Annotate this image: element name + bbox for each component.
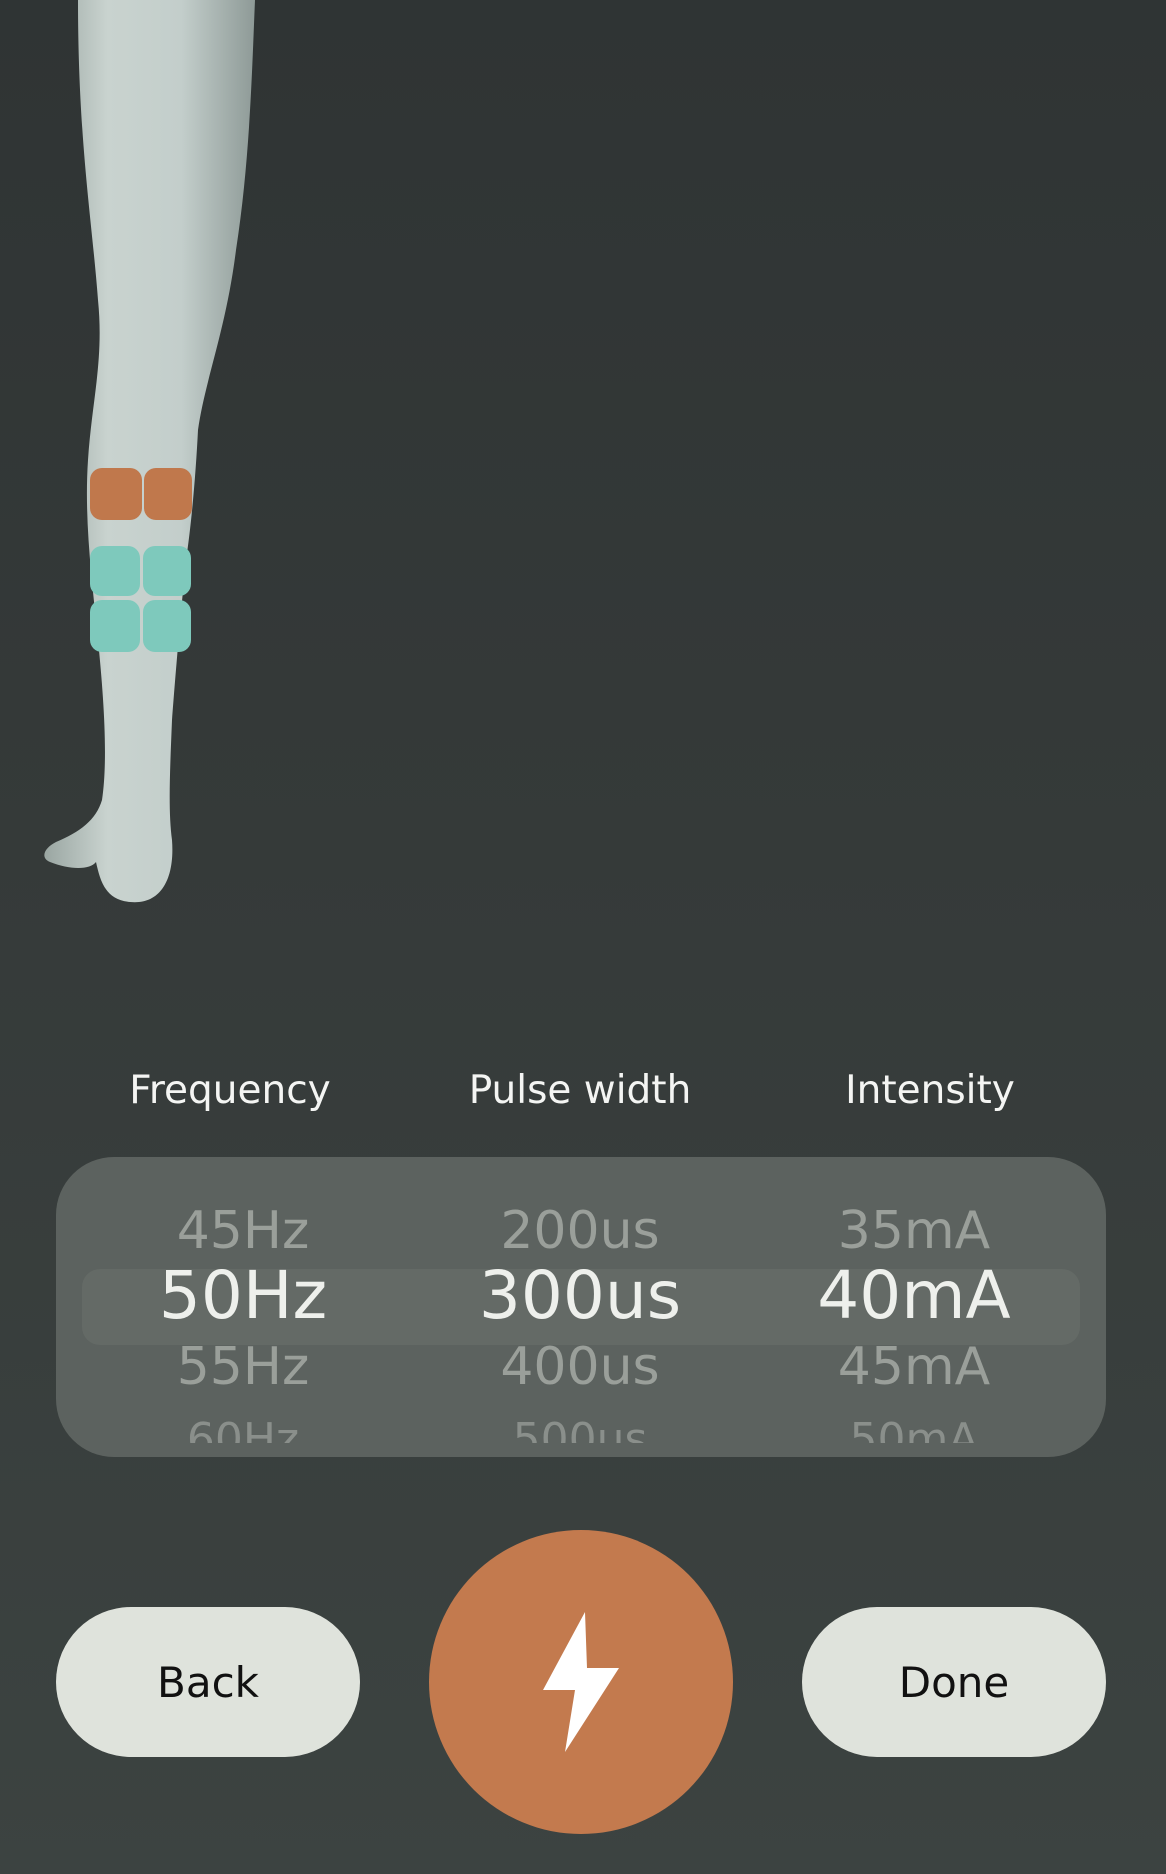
teal-pad-top-left	[90, 546, 140, 596]
intensity-option-far-above[interactable]: 30mA	[749, 1157, 1079, 1179]
frequency-wheel[interactable]: 40Hz 45Hz 50Hz 55Hz 60Hz	[78, 1157, 408, 1457]
leg-shape	[44, 0, 256, 903]
pulse-width-wheel[interactable]: 100us 200us 300us 400us 500us	[415, 1157, 745, 1457]
back-button[interactable]: Back	[56, 1607, 360, 1757]
frequency-option-above[interactable]: 45Hz	[78, 1201, 408, 1261]
done-button[interactable]: Done	[802, 1607, 1106, 1757]
frequency-option-below[interactable]: 55Hz	[78, 1337, 408, 1397]
parameter-labels: Frequency Pulse width Intensity	[0, 1068, 1166, 1128]
pulse-width-option-far-above[interactable]: 100us	[415, 1157, 745, 1179]
pulse-width-option-far-below[interactable]: 500us	[415, 1421, 745, 1443]
intensity-option-above[interactable]: 35mA	[749, 1201, 1079, 1261]
teal-pad-top-right	[143, 546, 191, 596]
parameter-picker: 40Hz 45Hz 50Hz 55Hz 60Hz 100us 200us 300…	[56, 1157, 1106, 1457]
leg-illustration	[0, 0, 320, 920]
pulse-width-label: Pulse width	[468, 1068, 692, 1113]
orange-pad-right	[144, 468, 192, 520]
teal-pad-bottom-right	[143, 600, 191, 652]
pulse-width-option-below[interactable]: 400us	[415, 1337, 745, 1397]
intensity-option-far-below[interactable]: 50mA	[749, 1421, 1079, 1443]
lightning-bolt-icon	[543, 1612, 619, 1752]
pulse-width-selected-value[interactable]: 300us	[415, 1257, 745, 1334]
intensity-label: Intensity	[845, 1068, 1015, 1113]
teal-pad-bottom-left	[90, 600, 140, 652]
intensity-option-below[interactable]: 45mA	[749, 1337, 1079, 1397]
stimulate-button[interactable]	[429, 1530, 733, 1834]
frequency-option-far-above[interactable]: 40Hz	[78, 1157, 408, 1179]
leg-image	[44, 0, 256, 903]
intensity-selected-value[interactable]: 40mA	[749, 1257, 1079, 1334]
pulse-width-option-above[interactable]: 200us	[415, 1201, 745, 1261]
frequency-label: Frequency	[129, 1068, 331, 1113]
frequency-selected-value[interactable]: 50Hz	[78, 1257, 408, 1334]
orange-pad-left	[90, 468, 142, 520]
intensity-wheel[interactable]: 30mA 35mA 40mA 45mA 50mA	[749, 1157, 1079, 1457]
frequency-option-far-below[interactable]: 60Hz	[78, 1421, 408, 1443]
